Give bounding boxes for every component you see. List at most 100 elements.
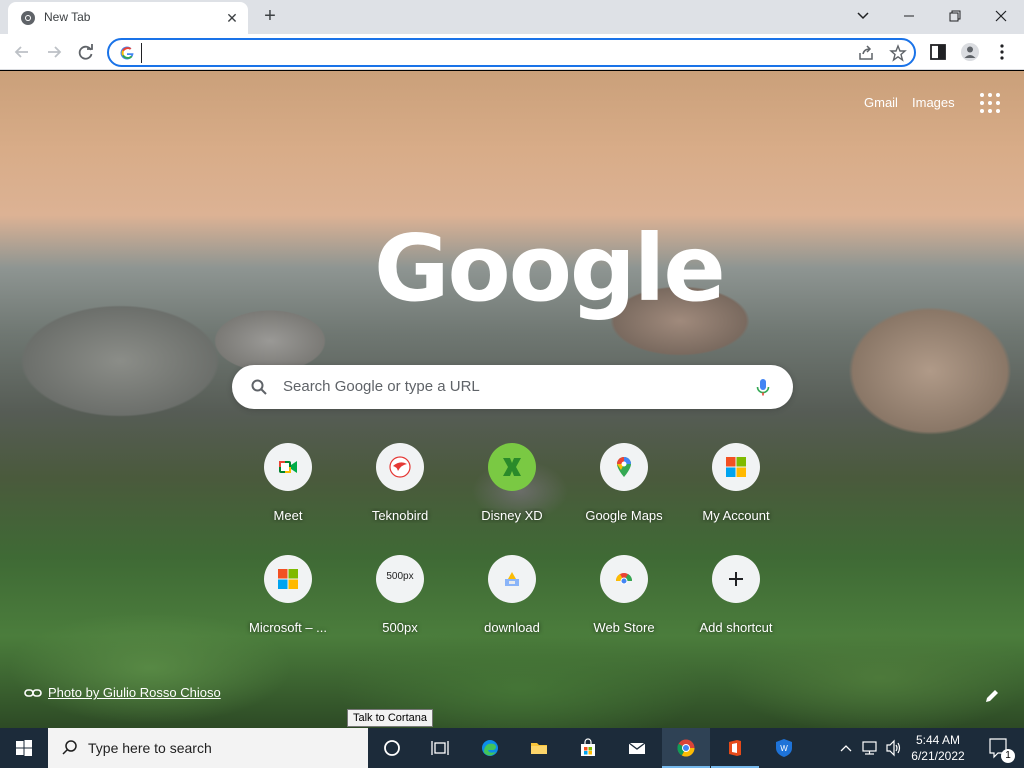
browser-toolbar xyxy=(0,34,1024,70)
web-store-icon xyxy=(615,573,633,585)
edge-taskbar-button[interactable] xyxy=(466,728,514,768)
mail-icon xyxy=(628,742,646,754)
shortcut-label: Teknobird xyxy=(371,508,429,523)
chrome-taskbar-button[interactable] xyxy=(662,728,710,768)
search-placeholder: Search Google or type a URL xyxy=(283,378,480,395)
shortcut-teknobird[interactable]: Teknobird xyxy=(344,443,456,555)
profile-button[interactable] xyxy=(958,40,982,64)
clock-date: 6/21/2022 xyxy=(911,749,965,763)
svg-text:W: W xyxy=(780,744,788,753)
microphone-icon[interactable] xyxy=(753,377,773,397)
cortana-icon xyxy=(384,740,400,756)
google-g-icon xyxy=(120,46,134,60)
office-button[interactable] xyxy=(711,728,759,768)
close-window-button[interactable] xyxy=(986,4,1016,28)
shortcut-microsoft[interactable]: Microsoft – ... xyxy=(232,555,344,667)
taskbar-search-placeholder: Type here to search xyxy=(88,740,212,756)
new-tab-page: Gmail Images Google Search Google or typ… xyxy=(0,71,1024,728)
address-input[interactable] xyxy=(141,43,821,63)
reload-icon xyxy=(78,44,93,60)
shortcut-label: Microsoft – ... xyxy=(248,620,328,635)
restore-icon xyxy=(949,10,961,22)
cortana-tooltip: Talk to Cortana xyxy=(347,709,433,727)
microsoft-icon xyxy=(278,569,298,589)
plus-icon xyxy=(729,572,743,586)
start-button[interactable] xyxy=(0,728,48,768)
search-icon xyxy=(251,379,267,395)
new-tab-button[interactable]: + xyxy=(258,5,282,29)
chevron-down-icon xyxy=(857,12,869,20)
microsoft-icon xyxy=(726,457,746,477)
shortcut-label: Google Maps xyxy=(585,508,663,523)
customize-pencil-icon[interactable] xyxy=(984,688,1000,704)
action-center-button[interactable]: 1 xyxy=(978,728,1024,768)
windows-taskbar: Type here to search W 5:44 AM 6/21/2022 … xyxy=(0,728,1024,768)
shortcut-meet[interactable]: Meet xyxy=(232,443,344,555)
reload-button[interactable] xyxy=(74,40,98,64)
shortcut-label: Disney XD xyxy=(481,508,543,523)
google-logo: Google xyxy=(374,215,726,322)
chevron-up-icon xyxy=(840,745,852,752)
back-button[interactable] xyxy=(10,40,34,64)
folder-icon xyxy=(531,743,547,754)
cortana-button[interactable] xyxy=(368,728,416,768)
side-panel-button[interactable] xyxy=(926,40,950,64)
shortcut-500px[interactable]: 500px 500px xyxy=(344,555,456,667)
shield-icon: W xyxy=(776,739,792,757)
shortcut-label: Meet xyxy=(273,508,303,523)
restore-button[interactable] xyxy=(940,4,970,28)
file-explorer-button[interactable] xyxy=(515,728,563,768)
share-icon[interactable] xyxy=(857,44,875,62)
search-box[interactable]: Search Google or type a URL xyxy=(232,365,793,409)
shortcut-label: Add shortcut xyxy=(699,620,773,635)
shortcut-label: download xyxy=(484,620,540,635)
clock[interactable]: 5:44 AM 6/21/2022 xyxy=(904,732,972,764)
taskbar-search-box[interactable]: Type here to search xyxy=(48,728,368,768)
google-apps-icon[interactable] xyxy=(980,93,1000,113)
minimize-button[interactable] xyxy=(894,4,924,28)
shortcut-download[interactable]: download xyxy=(456,555,568,667)
arrow-right-icon xyxy=(48,46,62,58)
shortcut-my-account[interactable]: My Account xyxy=(680,443,792,555)
notification-count: 1 xyxy=(1001,749,1015,763)
shortcut-label: 500px xyxy=(382,620,418,635)
mail-button[interactable] xyxy=(613,728,661,768)
forward-button[interactable] xyxy=(42,40,66,64)
chrome-icon xyxy=(21,11,35,25)
tab-title: New Tab xyxy=(44,10,91,24)
tab-strip: New Tab ✕ + xyxy=(0,0,1024,34)
bookmark-star-icon[interactable] xyxy=(889,44,907,62)
tab-search-button[interactable] xyxy=(848,4,878,28)
tab-new-tab[interactable]: New Tab ✕ xyxy=(8,2,248,34)
wise-app-button[interactable]: W xyxy=(760,728,808,768)
network-button[interactable] xyxy=(860,728,880,768)
network-icon xyxy=(862,741,877,755)
shortcut-google-maps[interactable]: Google Maps xyxy=(568,443,680,555)
office-icon xyxy=(729,740,741,756)
store-bag-icon xyxy=(581,738,595,756)
edge-icon xyxy=(482,740,498,756)
link-icon xyxy=(24,689,42,697)
gmail-link[interactable]: Gmail xyxy=(864,95,898,110)
avatar-icon xyxy=(961,43,979,61)
close-tab-icon[interactable]: ✕ xyxy=(224,10,240,26)
shortcut-web-store[interactable]: Web Store xyxy=(568,555,680,667)
more-vert-icon xyxy=(1000,44,1004,60)
chrome-icon xyxy=(677,739,695,757)
address-bar[interactable] xyxy=(107,38,916,67)
arrow-left-icon xyxy=(14,46,28,58)
task-view-button[interactable] xyxy=(416,728,464,768)
volume-button[interactable] xyxy=(884,728,904,768)
task-view-icon xyxy=(431,741,449,755)
download-site-icon xyxy=(505,572,519,586)
menu-button[interactable] xyxy=(990,40,1014,64)
add-shortcut-button[interactable]: Add shortcut xyxy=(680,555,792,667)
store-button[interactable] xyxy=(564,728,612,768)
maps-pin-icon xyxy=(617,457,631,477)
disney-xd-icon xyxy=(503,458,521,476)
show-hidden-icons-button[interactable] xyxy=(836,728,856,768)
search-icon xyxy=(62,740,77,755)
shortcut-disney-xd[interactable]: Disney XD xyxy=(456,443,568,555)
close-icon xyxy=(995,10,1007,22)
images-link[interactable]: Images xyxy=(912,95,955,110)
